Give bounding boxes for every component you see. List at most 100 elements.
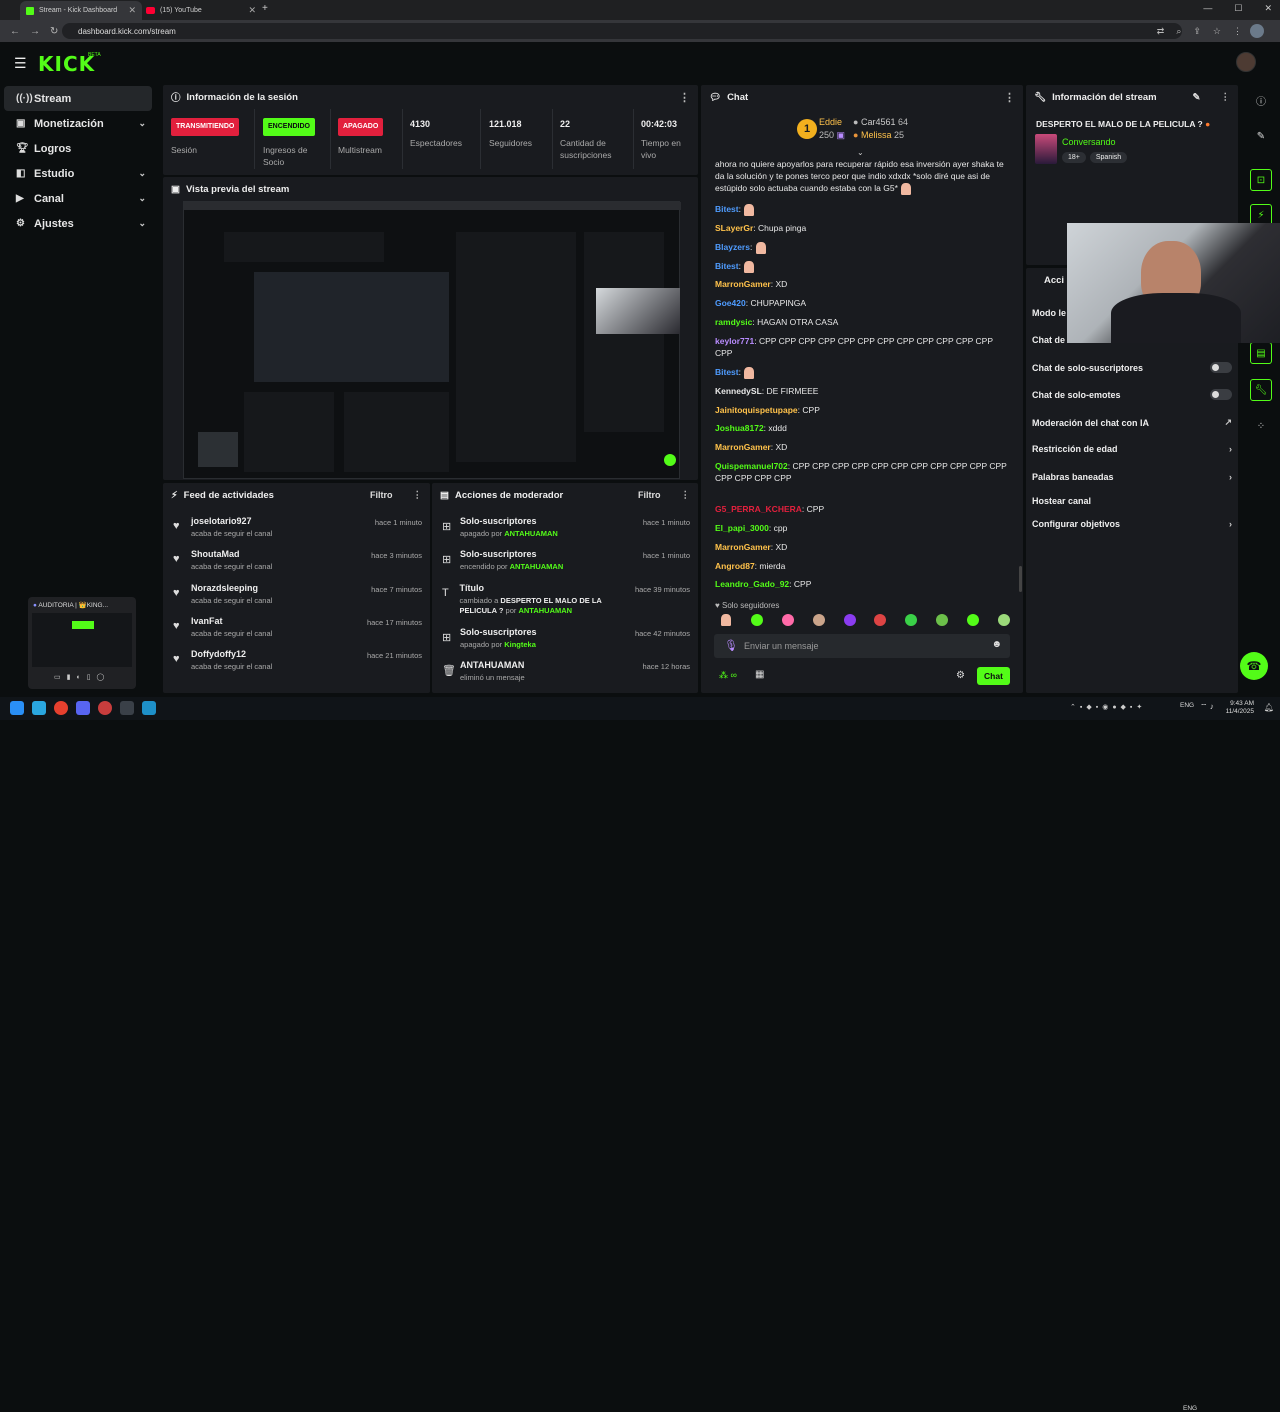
kick-points-icon[interactable]: ⁂ ∞ — [719, 670, 737, 681]
subscribers-only-toggle[interactable] — [1210, 362, 1232, 373]
capture-icon[interactable]: ⊡ — [1250, 169, 1272, 191]
stream-preview-video[interactable] — [183, 201, 681, 479]
chat-user[interactable]: MarronGamer — [715, 442, 771, 452]
notification-bell-icon[interactable]: 🔔︎ — [1264, 703, 1274, 712]
chat-user[interactable]: Quispemanuel702 — [715, 461, 788, 471]
wrench-icon[interactable]: 🔧︎ — [1250, 379, 1272, 401]
chrome-icon[interactable] — [54, 701, 68, 715]
send-chat-button[interactable]: Chat — [977, 667, 1010, 685]
emote-icon[interactable] — [874, 614, 887, 626]
collapse-pinned-icon[interactable]: ⌄ — [857, 148, 864, 157]
support-chat-icon[interactable]: ☎︎ — [1240, 652, 1268, 680]
leaderboard-top[interactable]: Eddie 250 ▣ — [819, 116, 845, 142]
leaderboard-others[interactable]: ● Car4561 64 ● Melissa 25 — [853, 116, 908, 142]
taskbar-window-preview[interactable]: ● AUDITORIA | 👑KING... ▭▮◐▯◯ — [28, 597, 136, 689]
sidebar-item-monetizacion[interactable]: ▣ Monetización ⌄ — [4, 111, 152, 136]
tag-badge[interactable]: Spanish — [1089, 152, 1128, 163]
chat-user[interactable]: MarronGamer — [715, 542, 771, 552]
chat-user[interactable]: KennedySL — [715, 386, 762, 396]
mod-user[interactable]: ANTAHUAMAN — [504, 529, 558, 538]
sidebar-item-logros[interactable]: 🏆︎ Logros — [4, 136, 152, 161]
obs-icon[interactable] — [98, 701, 112, 715]
user-avatar[interactable] — [1236, 52, 1256, 72]
chat-user[interactable]: keylor771 — [715, 336, 754, 346]
tag-badge[interactable]: 18+ — [1062, 152, 1086, 163]
filter-button[interactable]: Filtro — [638, 490, 661, 500]
category-thumbnail[interactable] — [1035, 134, 1057, 164]
chat-user[interactable]: SLayerGr — [715, 223, 753, 233]
system-clock[interactable]: 9:43 AM 11/4/2025 — [1226, 700, 1254, 716]
emoji-icon[interactable]: ☻ — [991, 639, 1002, 650]
action-row-ai-moderation[interactable]: Moderación del chat con IA ↗ — [1032, 417, 1232, 428]
emote-icon[interactable] — [721, 614, 731, 626]
edit-pencil-icon[interactable]: ✎ — [1193, 92, 1201, 103]
keyboard-language-label[interactable]: ENG — [1180, 702, 1194, 709]
new-tab-icon[interactable]: + — [262, 3, 268, 14]
apps-icon[interactable]: ⁘ — [1250, 415, 1272, 437]
chat-user[interactable]: MarronGamer — [715, 279, 771, 289]
mod-action-name[interactable]: ANTAHUAMAN — [460, 660, 525, 670]
feed-user[interactable]: IvanFat — [191, 616, 272, 626]
chat-settings-gear-icon[interactable]: ⚙ — [956, 670, 965, 681]
emote-icon[interactable] — [750, 614, 763, 626]
close-tab-icon[interactable]: ✕ — [128, 5, 136, 16]
forward-icon[interactable]: → — [30, 26, 40, 37]
chat-user[interactable]: G5_PERRA_KCHERA — [715, 504, 802, 514]
action-row-age-restriction[interactable]: Restricción de edad › — [1032, 444, 1232, 454]
kick-logo[interactable]: KICK — [38, 52, 95, 76]
chat-message-input[interactable]: 🎙︎ Enviar un mensaje ☻ — [714, 634, 1010, 658]
category-link[interactable]: Conversando — [1062, 137, 1116, 147]
chat-user[interactable]: Leandro_Gado_92 — [715, 579, 789, 589]
chat-user[interactable]: Bitest — [715, 261, 739, 271]
mod-user[interactable]: Kingteka — [504, 640, 536, 649]
mod-user[interactable]: ANTAHUAMAN — [518, 606, 572, 615]
zoom-icon[interactable]: ⌕ — [1176, 26, 1181, 37]
chat-user[interactable]: El_papi_3000 — [715, 523, 769, 533]
back-icon[interactable]: ← — [10, 26, 20, 37]
sidebar-item-canal[interactable]: ▶ Canal ⌄ — [4, 186, 152, 211]
file-icon[interactable] — [142, 701, 156, 715]
share-icon[interactable]: ⇪ — [1193, 26, 1201, 37]
close-window-icon[interactable]: ✕ — [1264, 3, 1272, 14]
feed-user[interactable]: joselotario927 — [191, 516, 272, 526]
emote-icon[interactable] — [936, 614, 949, 626]
emote-icon[interactable] — [843, 614, 856, 626]
tab-stream-dashboard[interactable]: Stream - Kick Dashboard ✕ — [20, 1, 142, 20]
emote-icon[interactable] — [781, 614, 794, 626]
mod-user[interactable]: ANTAHUAMAN — [510, 562, 564, 571]
maximize-icon[interactable]: ☐ — [1234, 3, 1242, 14]
hamburger-menu-icon[interactable]: ☰ — [14, 55, 27, 72]
feed-user[interactable]: Doffydoffy12 — [191, 649, 272, 659]
chat-user[interactable]: Goe420 — [715, 298, 746, 308]
tab-youtube[interactable]: (15) YouTube ✕ — [140, 1, 262, 20]
layout-icon[interactable]: ▤ — [1250, 342, 1272, 364]
browser-profile-avatar[interactable] — [1250, 24, 1264, 38]
chat-user[interactable]: ramdysic — [715, 317, 752, 327]
minimize-icon[interactable]: — — [1203, 3, 1212, 14]
close-tab-icon[interactable]: ✕ — [248, 5, 256, 16]
emotes-only-toggle[interactable] — [1210, 389, 1232, 400]
more-options-icon[interactable]: ⋮ — [1004, 91, 1015, 104]
chat-user[interactable]: Bitest — [715, 367, 739, 377]
more-options-icon[interactable]: ⋮ — [681, 490, 691, 501]
action-row-host-channel[interactable]: Hostear canal — [1032, 496, 1232, 506]
emote-icon[interactable] — [905, 614, 918, 626]
edit-pencil-icon[interactable]: ✎ — [1250, 125, 1272, 147]
filter-button[interactable]: Filtro — [370, 490, 393, 500]
chat-user[interactable]: Jainitoquispetupape — [715, 405, 798, 415]
telegram-icon[interactable] — [32, 701, 46, 715]
keyboard-language[interactable]: ENG — [1183, 1405, 1197, 1412]
chat-user[interactable]: Bitest — [715, 204, 739, 214]
menu-dots-icon[interactable]: ⋮ — [1233, 26, 1242, 37]
translate-icon[interactable]: ⇄ — [1157, 26, 1165, 37]
more-options-icon[interactable]: ⋮ — [1221, 92, 1231, 103]
microphone-icon[interactable]: 🎙︎ — [724, 639, 738, 652]
url-input[interactable]: dashboard.kick.com/stream — [62, 23, 1182, 39]
emote-icon[interactable] — [967, 614, 979, 626]
reload-icon[interactable]: ↻ — [50, 26, 58, 37]
sidebar-item-stream[interactable]: ((·)) Stream — [4, 86, 152, 111]
sidebar-item-ajustes[interactable]: ⚙ Ajustes ⌄ — [4, 211, 152, 236]
feed-user[interactable]: Norazdsleeping — [191, 583, 272, 593]
store-icon[interactable]: ▦ — [755, 669, 764, 680]
wifi-volume-icon[interactable]: ⌔ ♪ — [1200, 702, 1214, 712]
